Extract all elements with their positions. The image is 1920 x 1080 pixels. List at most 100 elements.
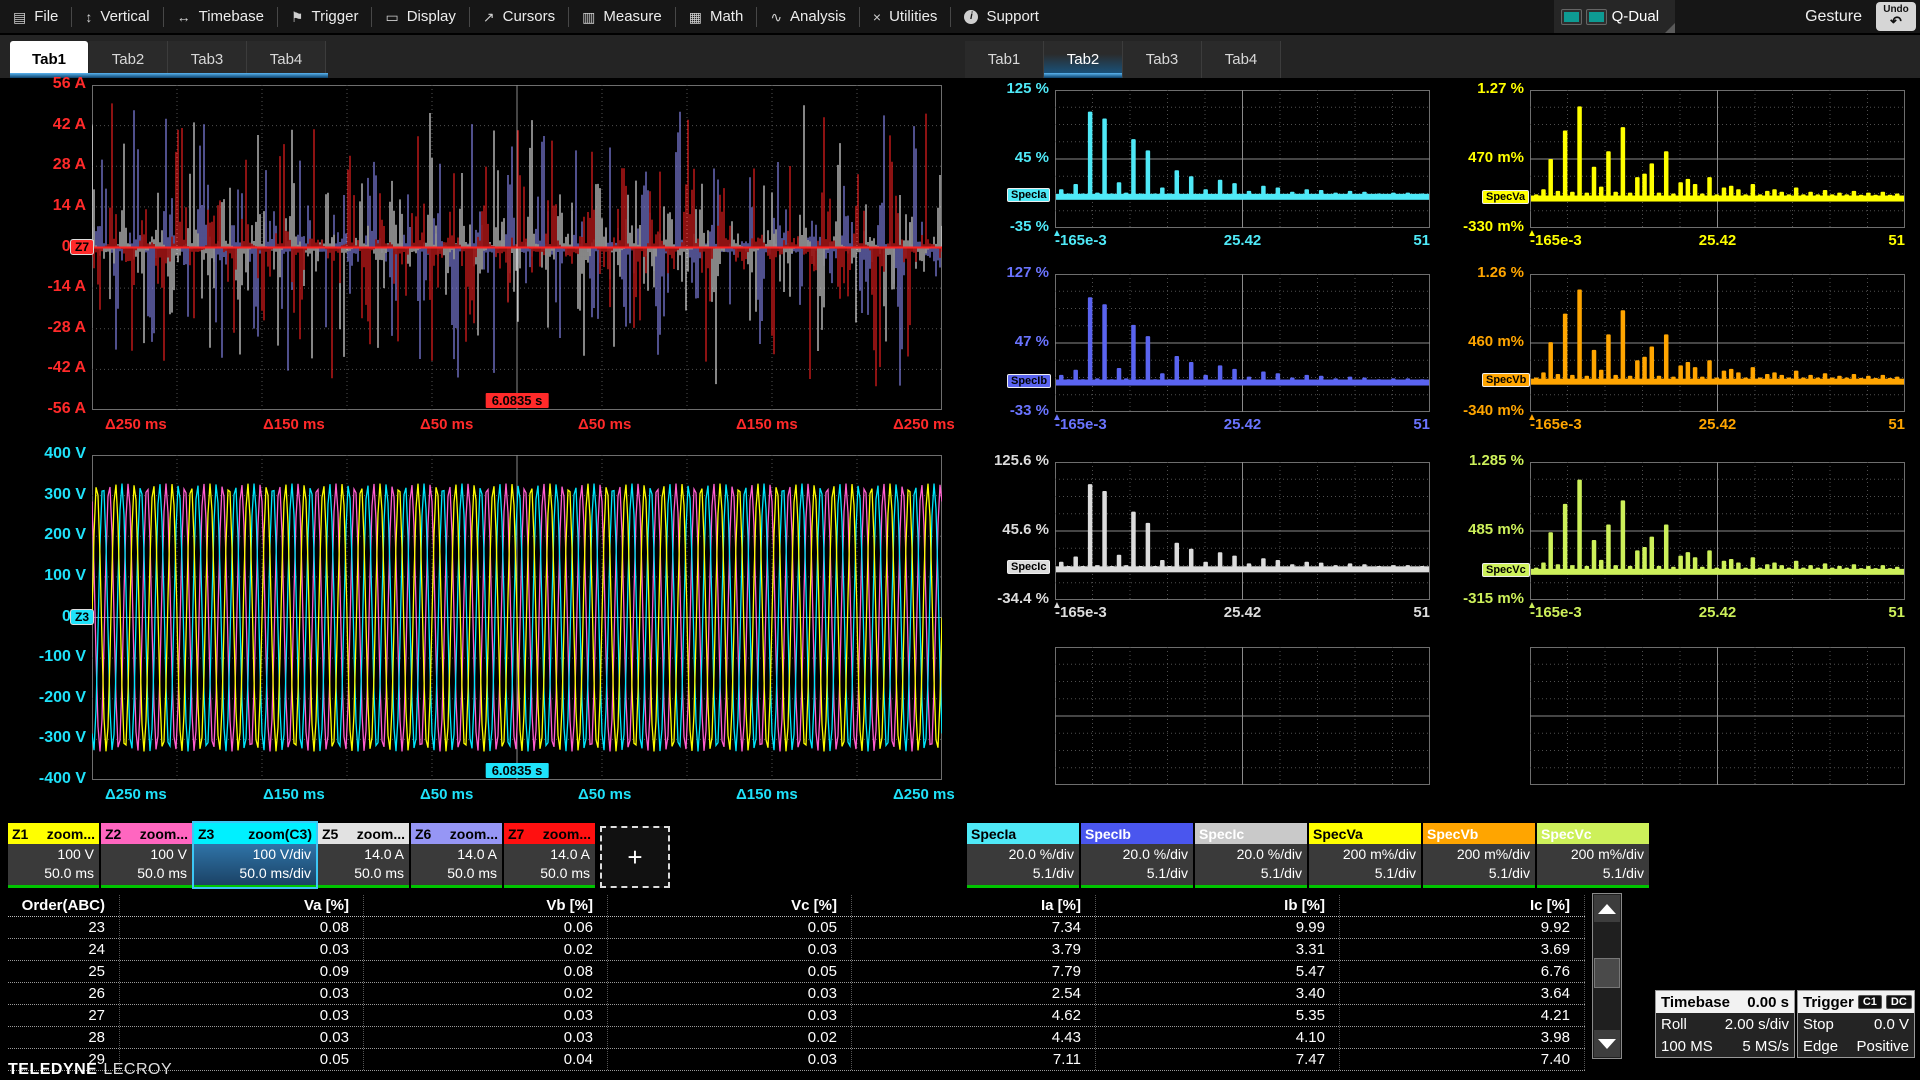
menu-item-timebase[interactable]: ↔Timebase bbox=[164, 0, 277, 33]
spectrum-badge-specvc[interactable]: SpecVc bbox=[1482, 563, 1530, 577]
spectrum-plot-specvc[interactable] bbox=[1530, 462, 1905, 600]
menu-item-support[interactable]: iSupport bbox=[951, 0, 1052, 33]
empty-grid-panel[interactable] bbox=[1530, 647, 1905, 785]
spectrum-badge-specib[interactable]: SpecIb bbox=[1007, 374, 1051, 388]
menu-item-cursors[interactable]: ↗Cursors bbox=[470, 0, 568, 33]
y-axis-label: 400 V bbox=[44, 445, 86, 463]
table-row[interactable]: 270.030.030.034.625.354.21 bbox=[8, 1005, 1585, 1027]
zoom-descriptor-z6[interactable]: Z6zoom...14.0 A50.0 ms bbox=[411, 823, 502, 887]
empty-grid-panel[interactable] bbox=[1055, 647, 1430, 785]
descriptor-values: 200 m%/div5.1/div bbox=[1309, 844, 1421, 885]
table-row[interactable]: 240.030.020.033.793.313.69 bbox=[8, 939, 1585, 961]
table-cell: 28 bbox=[8, 1027, 120, 1048]
scroll-up-button[interactable] bbox=[1594, 895, 1620, 922]
descriptor-header: SpecVb bbox=[1423, 823, 1535, 844]
spectrum-descriptor-specva[interactable]: SpecVa200 m%/div5.1/div bbox=[1309, 823, 1421, 887]
zoom-descriptor-z1[interactable]: Z1zoom...100 V50.0 ms bbox=[8, 823, 99, 887]
spectrum-descriptor-specic[interactable]: SpecIc20.0 %/div5.1/div bbox=[1195, 823, 1307, 887]
table-row[interactable]: 230.080.060.057.349.999.92 bbox=[8, 917, 1585, 939]
zoom-descriptor-z7[interactable]: Z7zoom...14.0 A50.0 ms bbox=[504, 823, 595, 887]
current-waveform-plot-time-badge[interactable]: 6.0835 s bbox=[486, 393, 549, 408]
table-cell: 7.47 bbox=[1096, 1049, 1340, 1070]
zoom-descriptor-z3[interactable]: Z3zoom(C3)100 V/div50.0 ms/div bbox=[194, 823, 316, 887]
table-cell: 4.43 bbox=[852, 1027, 1096, 1048]
table-cell: 0.08 bbox=[364, 961, 608, 982]
table-row[interactable]: 250.090.080.057.795.476.76 bbox=[8, 961, 1585, 983]
table-row[interactable]: 280.030.030.024.434.103.98 bbox=[8, 1027, 1585, 1049]
menu-item-trigger[interactable]: ⚑Trigger bbox=[278, 0, 372, 33]
descriptor-vscale: 200 m%/div bbox=[1537, 845, 1644, 864]
table-cell: 4.10 bbox=[1096, 1027, 1340, 1048]
menu-item-measure[interactable]: ▥Measure bbox=[569, 0, 675, 33]
tab-right-tab3[interactable]: Tab3 bbox=[1123, 41, 1202, 78]
undo-button[interactable]: Undo ↶ bbox=[1876, 2, 1916, 31]
tab-right-tab1[interactable]: Tab1 bbox=[965, 41, 1044, 78]
menu-item-analysis[interactable]: ∿Analysis bbox=[757, 0, 859, 33]
time-axis-label: Δ250 ms bbox=[893, 786, 955, 803]
table-cell: 7.79 bbox=[852, 961, 1096, 982]
y-axis-label: -14 A bbox=[47, 278, 86, 296]
descriptor-channel: Z7 bbox=[508, 826, 524, 842]
spectrum-plot-specvb[interactable] bbox=[1530, 274, 1905, 412]
x-axis-label-min: -165e-3 bbox=[1055, 232, 1107, 249]
scroll-thumb[interactable] bbox=[1594, 958, 1620, 988]
menu-item-math[interactable]: ▦Math bbox=[676, 0, 757, 33]
y-axis-label: -100 V bbox=[39, 648, 86, 666]
qdual-display-selector[interactable]: Q-Dual bbox=[1554, 0, 1676, 33]
descriptor-source: zoom... bbox=[450, 826, 498, 842]
descriptor-header: Z3zoom(C3) bbox=[194, 823, 316, 844]
x-axis-label-mid: 25.42 bbox=[1224, 604, 1262, 621]
spectrum-y-label: 470 m% bbox=[1458, 149, 1524, 166]
table-cell: 7.11 bbox=[852, 1049, 1096, 1070]
table-cell: 27 bbox=[8, 1005, 120, 1026]
spectrum-plot-specia[interactable] bbox=[1055, 90, 1430, 228]
voltage-waveform-plot-zero-marker-z3[interactable]: Z3 bbox=[70, 609, 94, 625]
x-axis-label-min: -165e-3 bbox=[1055, 416, 1107, 433]
qdual-label: Q-Dual bbox=[1612, 8, 1660, 25]
tab-right-tab4[interactable]: Tab4 bbox=[1202, 41, 1281, 78]
table-scrollbar[interactable] bbox=[1592, 893, 1622, 1059]
spectrum-descriptor-specvc[interactable]: SpecVc200 m%/div5.1/div bbox=[1537, 823, 1649, 887]
descriptor-hscale: 50.0 ms bbox=[101, 864, 187, 883]
table-row[interactable]: 260.030.020.032.543.403.64 bbox=[8, 983, 1585, 1005]
current-waveform-plot-zero-marker-z7[interactable]: Z7 bbox=[70, 239, 94, 255]
spectrum-plot-specva[interactable] bbox=[1530, 90, 1905, 228]
current-waveform-plot[interactable]: 6.0835 s bbox=[92, 85, 942, 410]
spectrum-badge-specic[interactable]: SpecIc bbox=[1007, 560, 1050, 574]
x-axis-label-max: 51 bbox=[1413, 416, 1430, 433]
zoom-descriptor-z5[interactable]: Z5zoom...14.0 A50.0 ms bbox=[318, 823, 409, 887]
menu-item-file[interactable]: ▤File bbox=[0, 0, 71, 33]
spectrum-badge-specvb[interactable]: SpecVb bbox=[1482, 373, 1530, 387]
table-row[interactable]: 290.050.040.037.117.477.40 bbox=[8, 1049, 1585, 1071]
timebase-panel[interactable]: Timebase 0.00 s Roll2.00 s/div 100 MS5 M… bbox=[1655, 990, 1795, 1058]
zoom-descriptor-z2[interactable]: Z2zoom...100 V50.0 ms bbox=[101, 823, 192, 887]
x-axis-label-mid: 25.42 bbox=[1699, 416, 1737, 433]
scroll-down-button[interactable] bbox=[1594, 1030, 1620, 1057]
spectrum-plot-specic[interactable] bbox=[1055, 462, 1430, 600]
descriptor-hscale: 5.1/div bbox=[1081, 864, 1188, 883]
spectrum-descriptor-specvb[interactable]: SpecVb200 m%/div5.1/div bbox=[1423, 823, 1535, 887]
table-cell: 25 bbox=[8, 961, 120, 982]
menu-item-label: Timebase bbox=[199, 8, 264, 25]
vertical-icon: ↕ bbox=[85, 10, 92, 24]
voltage-waveform-plot-time-badge[interactable]: 6.0835 s bbox=[486, 763, 549, 778]
trigger-level: 0.0 V bbox=[1874, 1016, 1909, 1033]
descriptor-source: zoom... bbox=[357, 826, 405, 842]
descriptor-name: SpecIc bbox=[1199, 826, 1244, 842]
voltage-waveform-plot[interactable]: 6.0835 s bbox=[92, 455, 942, 780]
table-cell: 0.04 bbox=[364, 1049, 608, 1070]
spectrum-x-axis-labels: -165e-325.4251 bbox=[1530, 416, 1905, 434]
trigger-panel[interactable]: Trigger C1 DC Stop0.0 V EdgePositive bbox=[1797, 990, 1915, 1058]
add-trace-button[interactable]: + bbox=[600, 826, 670, 888]
menu-item-vertical[interactable]: ↕Vertical bbox=[72, 0, 162, 33]
menu-item-utilities[interactable]: ×Utilities bbox=[860, 0, 951, 33]
spectrum-badge-specva[interactable]: SpecVa bbox=[1482, 190, 1529, 204]
spectrum-descriptor-specia[interactable]: SpecIa20.0 %/div5.1/div bbox=[967, 823, 1079, 887]
y-axis-label: -400 V bbox=[39, 770, 86, 788]
spectrum-badge-specia[interactable]: SpecIa bbox=[1007, 188, 1050, 202]
spectrum-descriptor-specib[interactable]: SpecIb20.0 %/div5.1/div bbox=[1081, 823, 1193, 887]
menu-item-display[interactable]: ▭Display bbox=[372, 0, 468, 33]
menu-item-label: File bbox=[34, 8, 58, 25]
spectrum-plot-specib[interactable] bbox=[1055, 274, 1430, 412]
descriptor-status-bar bbox=[101, 885, 192, 888]
